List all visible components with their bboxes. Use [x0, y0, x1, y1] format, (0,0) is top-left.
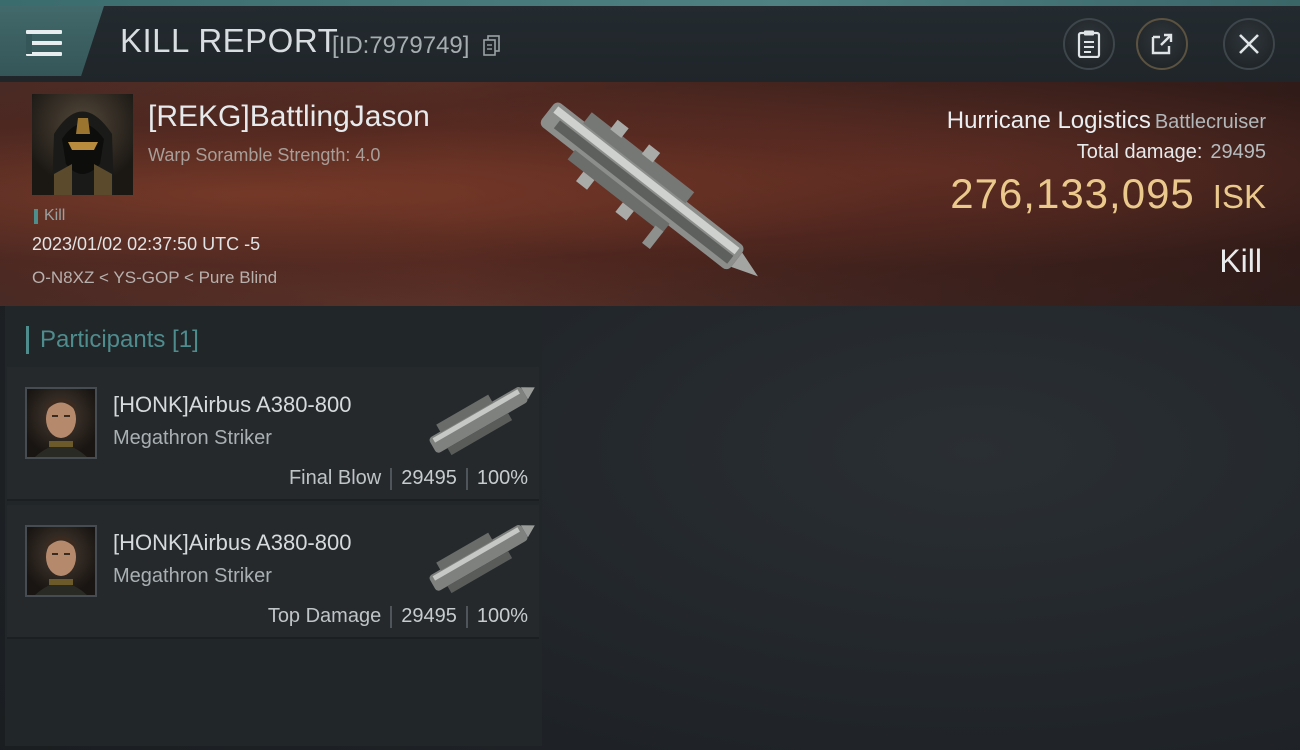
victim-ship-class: Battlecruiser [1154, 111, 1266, 133]
participant-stats: Top Damage 29495 100% [268, 605, 528, 628]
participant-ship-image[interactable] [419, 373, 537, 465]
clipboard-icon [1077, 30, 1101, 58]
participant-avatar[interactable] [25, 387, 97, 459]
victim-ship-name[interactable]: Hurricane Logistics [947, 107, 1151, 134]
kill-result: Kill [1219, 243, 1262, 279]
clipboard-button[interactable] [1063, 18, 1115, 70]
participant-name[interactable]: [HONK]Airbus A380-800 [113, 392, 351, 418]
detail-area [542, 306, 1300, 750]
stat-divider [390, 605, 393, 628]
participant-row[interactable]: [HONK]Airbus A380-800 Megathron Striker … [7, 367, 539, 501]
close-icon [1239, 34, 1259, 54]
total-damage: Total damage: 29495 [1077, 141, 1266, 164]
participant-row[interactable]: [HONK]Airbus A380-800 Megathron Striker … [7, 505, 539, 639]
close-button[interactable] [1223, 18, 1275, 70]
warp-scramble-strength: Warp Soramble Strength: 4.0 [148, 145, 381, 165]
participant-role: Top Damage [267, 605, 382, 627]
copy-icon[interactable] [483, 35, 501, 57]
victim-portrait[interactable] [32, 94, 133, 195]
participant-ship: Megathron Striker [113, 427, 272, 449]
share-button[interactable] [1136, 18, 1188, 70]
participant-role: Final Blow [288, 467, 382, 489]
participant-ship: Megathron Striker [113, 565, 272, 587]
participants-heading: Participants [1] [26, 326, 199, 354]
kill-report-screen: KILL REPORT [ID:7979749] [REKG]BattlingJ… [0, 0, 1300, 750]
participant-percent: 100% [476, 467, 528, 489]
share-icon [1151, 33, 1173, 55]
victim-name[interactable]: [REKG]BattlingJason [148, 100, 430, 134]
kill-tag: Kill [34, 207, 65, 225]
page-title: KILL REPORT [120, 22, 339, 59]
report-id: [ID:7979749] [332, 32, 470, 59]
stat-divider [465, 605, 468, 628]
participant-name[interactable]: [HONK]Airbus A380-800 [113, 530, 351, 556]
isk-value-row: 276,133,095 ISK [950, 170, 1266, 218]
isk-unit: ISK [1212, 178, 1266, 215]
victim-ship-image[interactable] [525, 95, 775, 290]
stat-divider [465, 467, 468, 490]
kill-location[interactable]: O-N8XZ < YS-GOP < Pure Blind [32, 268, 277, 288]
hamburger-menu-icon [26, 28, 62, 58]
participant-damage: 29495 [401, 605, 457, 627]
participant-damage: 29495 [401, 467, 457, 489]
total-damage-label: Total damage: [1076, 141, 1203, 163]
stat-divider [390, 467, 393, 490]
menu-button[interactable] [0, 6, 104, 76]
kill-datetime: 2023/01/02 02:37:50 UTC -5 [32, 234, 261, 254]
participant-ship-image[interactable] [419, 511, 537, 603]
participant-stats: Final Blow 29495 100% [289, 467, 528, 490]
title-bar: KILL REPORT [ID:7979749] [0, 0, 1300, 82]
isk-value: 276,133,095 [950, 170, 1195, 217]
victim-ship-info: Hurricane Logistics Battlecruiser [947, 107, 1266, 135]
total-damage-value: 29495 [1210, 141, 1266, 163]
participant-avatar[interactable] [25, 525, 97, 597]
participant-percent: 100% [476, 605, 528, 627]
